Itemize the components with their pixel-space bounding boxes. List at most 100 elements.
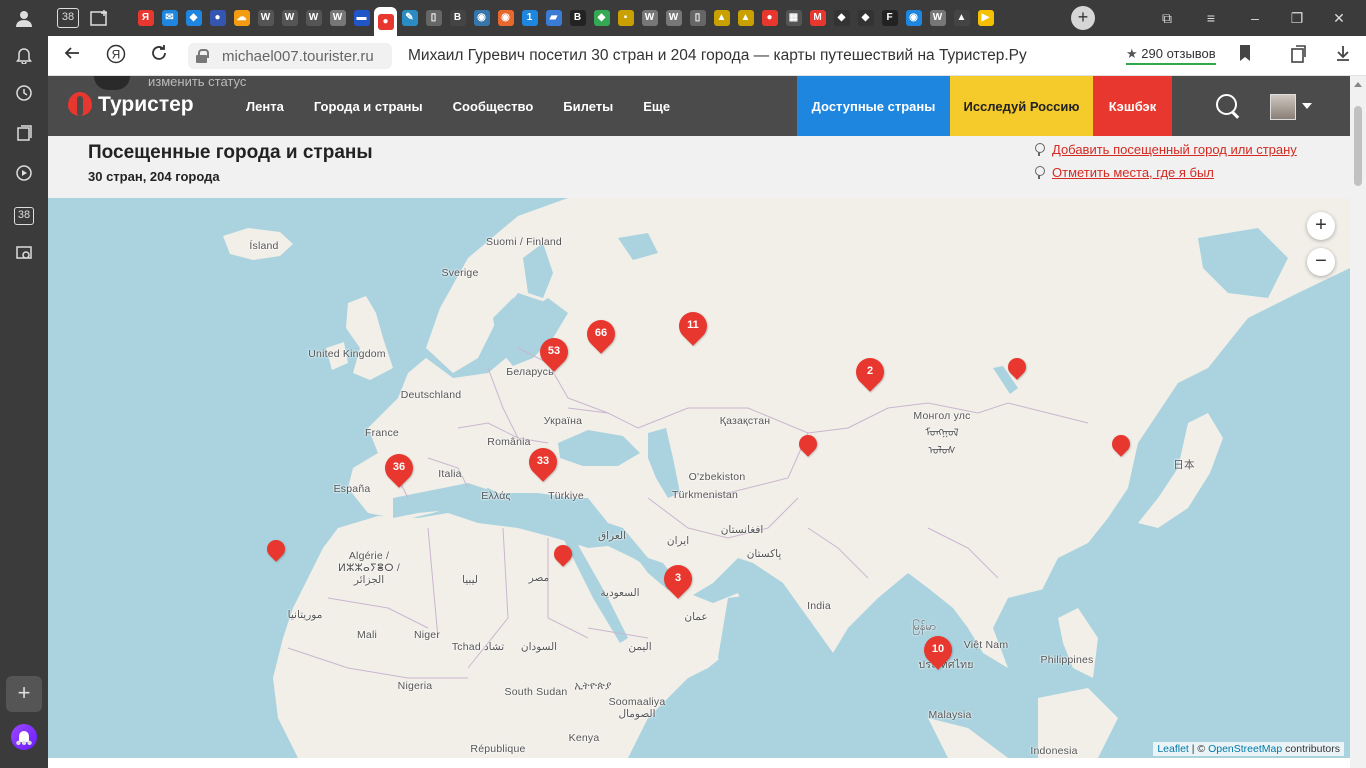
tab-one-16[interactable]: 1 [518, 7, 541, 29]
mark-places-link[interactable]: Отметить места, где я был [1034, 165, 1214, 180]
avatar[interactable] [1270, 94, 1296, 120]
map-marker[interactable]: 3 [658, 559, 698, 603]
minimize-icon[interactable]: – [1240, 6, 1270, 30]
play-circle-icon[interactable] [12, 164, 36, 188]
tab-wikipedia-22[interactable]: W [662, 7, 685, 29]
tab-bookmark-w-5[interactable]: W [254, 7, 277, 29]
change-status-link[interactable]: изменить статус [148, 74, 246, 89]
scroll-up-icon[interactable] [1354, 82, 1362, 87]
new-tab-button[interactable]: + [1071, 6, 1095, 30]
tab-f-31[interactable]: F [878, 7, 901, 29]
tab-book-17[interactable]: ▰ [542, 7, 565, 29]
tab-wikipedia-8[interactable]: W [326, 7, 349, 29]
map-marker[interactable]: 11 [673, 306, 713, 350]
tab-bookmark-w-6[interactable]: W [278, 7, 301, 29]
tab-mountain-34[interactable]: ▲ [950, 7, 973, 29]
collections-add-icon[interactable] [1288, 44, 1312, 68]
close-icon[interactable]: ✕ [1324, 6, 1354, 30]
nav-feed[interactable]: Лента [246, 99, 284, 114]
map-marker[interactable] [263, 536, 289, 568]
map-marker[interactable]: 66 [581, 314, 621, 358]
map-marker[interactable] [1004, 354, 1030, 386]
history-icon[interactable] [12, 84, 36, 108]
tab-mail-1[interactable]: ✉ [158, 7, 181, 29]
url-field[interactable]: michael007.tourister.ru [188, 43, 392, 69]
tab-wikipedia-21[interactable]: W [638, 7, 661, 29]
page-scrollbar[interactable] [1350, 76, 1366, 768]
map-marker[interactable] [550, 541, 576, 573]
available-countries-button[interactable]: Доступные страны [797, 76, 950, 136]
travel-map[interactable]: Ísland Suomi / Finland Sverige United Kingd… [48, 198, 1350, 758]
map-marker[interactable]: 53 [534, 332, 574, 376]
tab-wikipedia-33[interactable]: W [926, 7, 949, 29]
tab-flag-9[interactable]: ▬ [350, 7, 373, 29]
profile-icon[interactable] [12, 6, 36, 30]
tabs-count-icon[interactable]: 38 [12, 204, 36, 228]
map-marker[interactable]: 10 [918, 630, 958, 674]
map-marker[interactable]: 36 [379, 448, 419, 492]
mark-places-label: Отметить места, где я был [1052, 165, 1214, 180]
reviews-badge[interactable]: ★ 290 отзывов [1126, 46, 1216, 65]
cashback-button[interactable]: Кэшбэк [1093, 76, 1172, 136]
tab-user-3[interactable]: ● [206, 7, 229, 29]
zoom-in-button[interactable]: + [1307, 212, 1335, 240]
yandex-logo-icon[interactable]: Я [104, 44, 128, 68]
tab-play-35[interactable]: ▶ [974, 7, 997, 29]
collections-icon[interactable] [12, 124, 36, 148]
nav-cities-countries[interactable]: Города и страны [314, 99, 423, 114]
tab-app-2[interactable]: ◆ [182, 7, 205, 29]
tab-python-14[interactable]: ◉ [470, 7, 493, 29]
bell-icon[interactable] [12, 46, 36, 70]
leaflet-link[interactable]: Leaflet [1157, 743, 1189, 755]
tab-bookmark-w-7[interactable]: W [302, 7, 325, 29]
tab-cloud-4[interactable]: ☁ [230, 7, 253, 29]
bookmark-icon[interactable] [1233, 44, 1257, 68]
book-icon: ▰ [545, 10, 562, 26]
tab-image-24[interactable]: ▲ [710, 7, 733, 29]
tab-doc-23[interactable]: ▯ [686, 7, 709, 29]
tab-groups-icon[interactable] [88, 6, 112, 30]
nav-tickets[interactable]: Билеты [563, 99, 613, 114]
tab-b-13[interactable]: B [446, 7, 469, 29]
tab-doc-12[interactable]: ▯ [422, 7, 445, 29]
menu-icon[interactable]: ≡ [1196, 6, 1226, 30]
tab-yandex-0[interactable]: Я [134, 7, 157, 29]
restore-icon[interactable]: ❐ [1282, 6, 1312, 30]
search-icon[interactable] [1216, 94, 1240, 118]
osm-link[interactable]: OpenStreetMap [1208, 743, 1282, 755]
tab-manager-icon[interactable]: ⧉ [1152, 6, 1182, 30]
back-icon[interactable] [60, 44, 84, 68]
explore-russia-button[interactable]: Исследуй Россию [950, 76, 1093, 136]
tab-m-28[interactable]: M [806, 7, 829, 29]
tab-dark-30[interactable]: ◆ [854, 7, 877, 29]
scroll-thumb[interactable] [1354, 106, 1362, 186]
download-icon[interactable] [1331, 44, 1355, 68]
map-marker[interactable] [795, 431, 821, 463]
tab-orange-15[interactable]: ◉ [494, 7, 517, 29]
add-visited-link[interactable]: Добавить посещенный город или страну [1034, 142, 1297, 157]
tab-image-25[interactable]: ▲ [734, 7, 757, 29]
lock-icon[interactable] [196, 49, 209, 63]
tab-red-drop-26[interactable]: ● [758, 7, 781, 29]
tab-maps-pin-19[interactable]: ◆ [590, 7, 613, 29]
map-marker[interactable] [1108, 431, 1134, 463]
screenshot-icon[interactable] [12, 244, 36, 268]
tab-dots-20[interactable]: ▪ [614, 7, 637, 29]
tab-map-11[interactable]: ✎ [398, 7, 421, 29]
site-logo[interactable]: Туристер [68, 90, 194, 120]
tab-scan-27[interactable]: ▦ [782, 7, 805, 29]
nav-community[interactable]: Сообщество [453, 99, 534, 114]
sidebar-add-button[interactable]: + [6, 676, 42, 712]
more-icon[interactable]: ••• [12, 732, 36, 756]
tab-count-icon[interactable]: 38 [54, 6, 82, 30]
tab-b-round-18[interactable]: B [566, 7, 589, 29]
map-marker[interactable]: 2 [850, 352, 890, 396]
tab-touristr-10[interactable]: ● [374, 7, 397, 36]
map-marker[interactable]: 33 [523, 442, 563, 486]
zoom-out-button[interactable]: − [1307, 248, 1335, 276]
nav-more[interactable]: Еще [643, 99, 670, 114]
reload-icon[interactable] [147, 44, 171, 68]
chevron-down-icon[interactable] [1302, 103, 1312, 109]
tab-blue-round-32[interactable]: ◉ [902, 7, 925, 29]
tab-dark-29[interactable]: ◆ [830, 7, 853, 29]
